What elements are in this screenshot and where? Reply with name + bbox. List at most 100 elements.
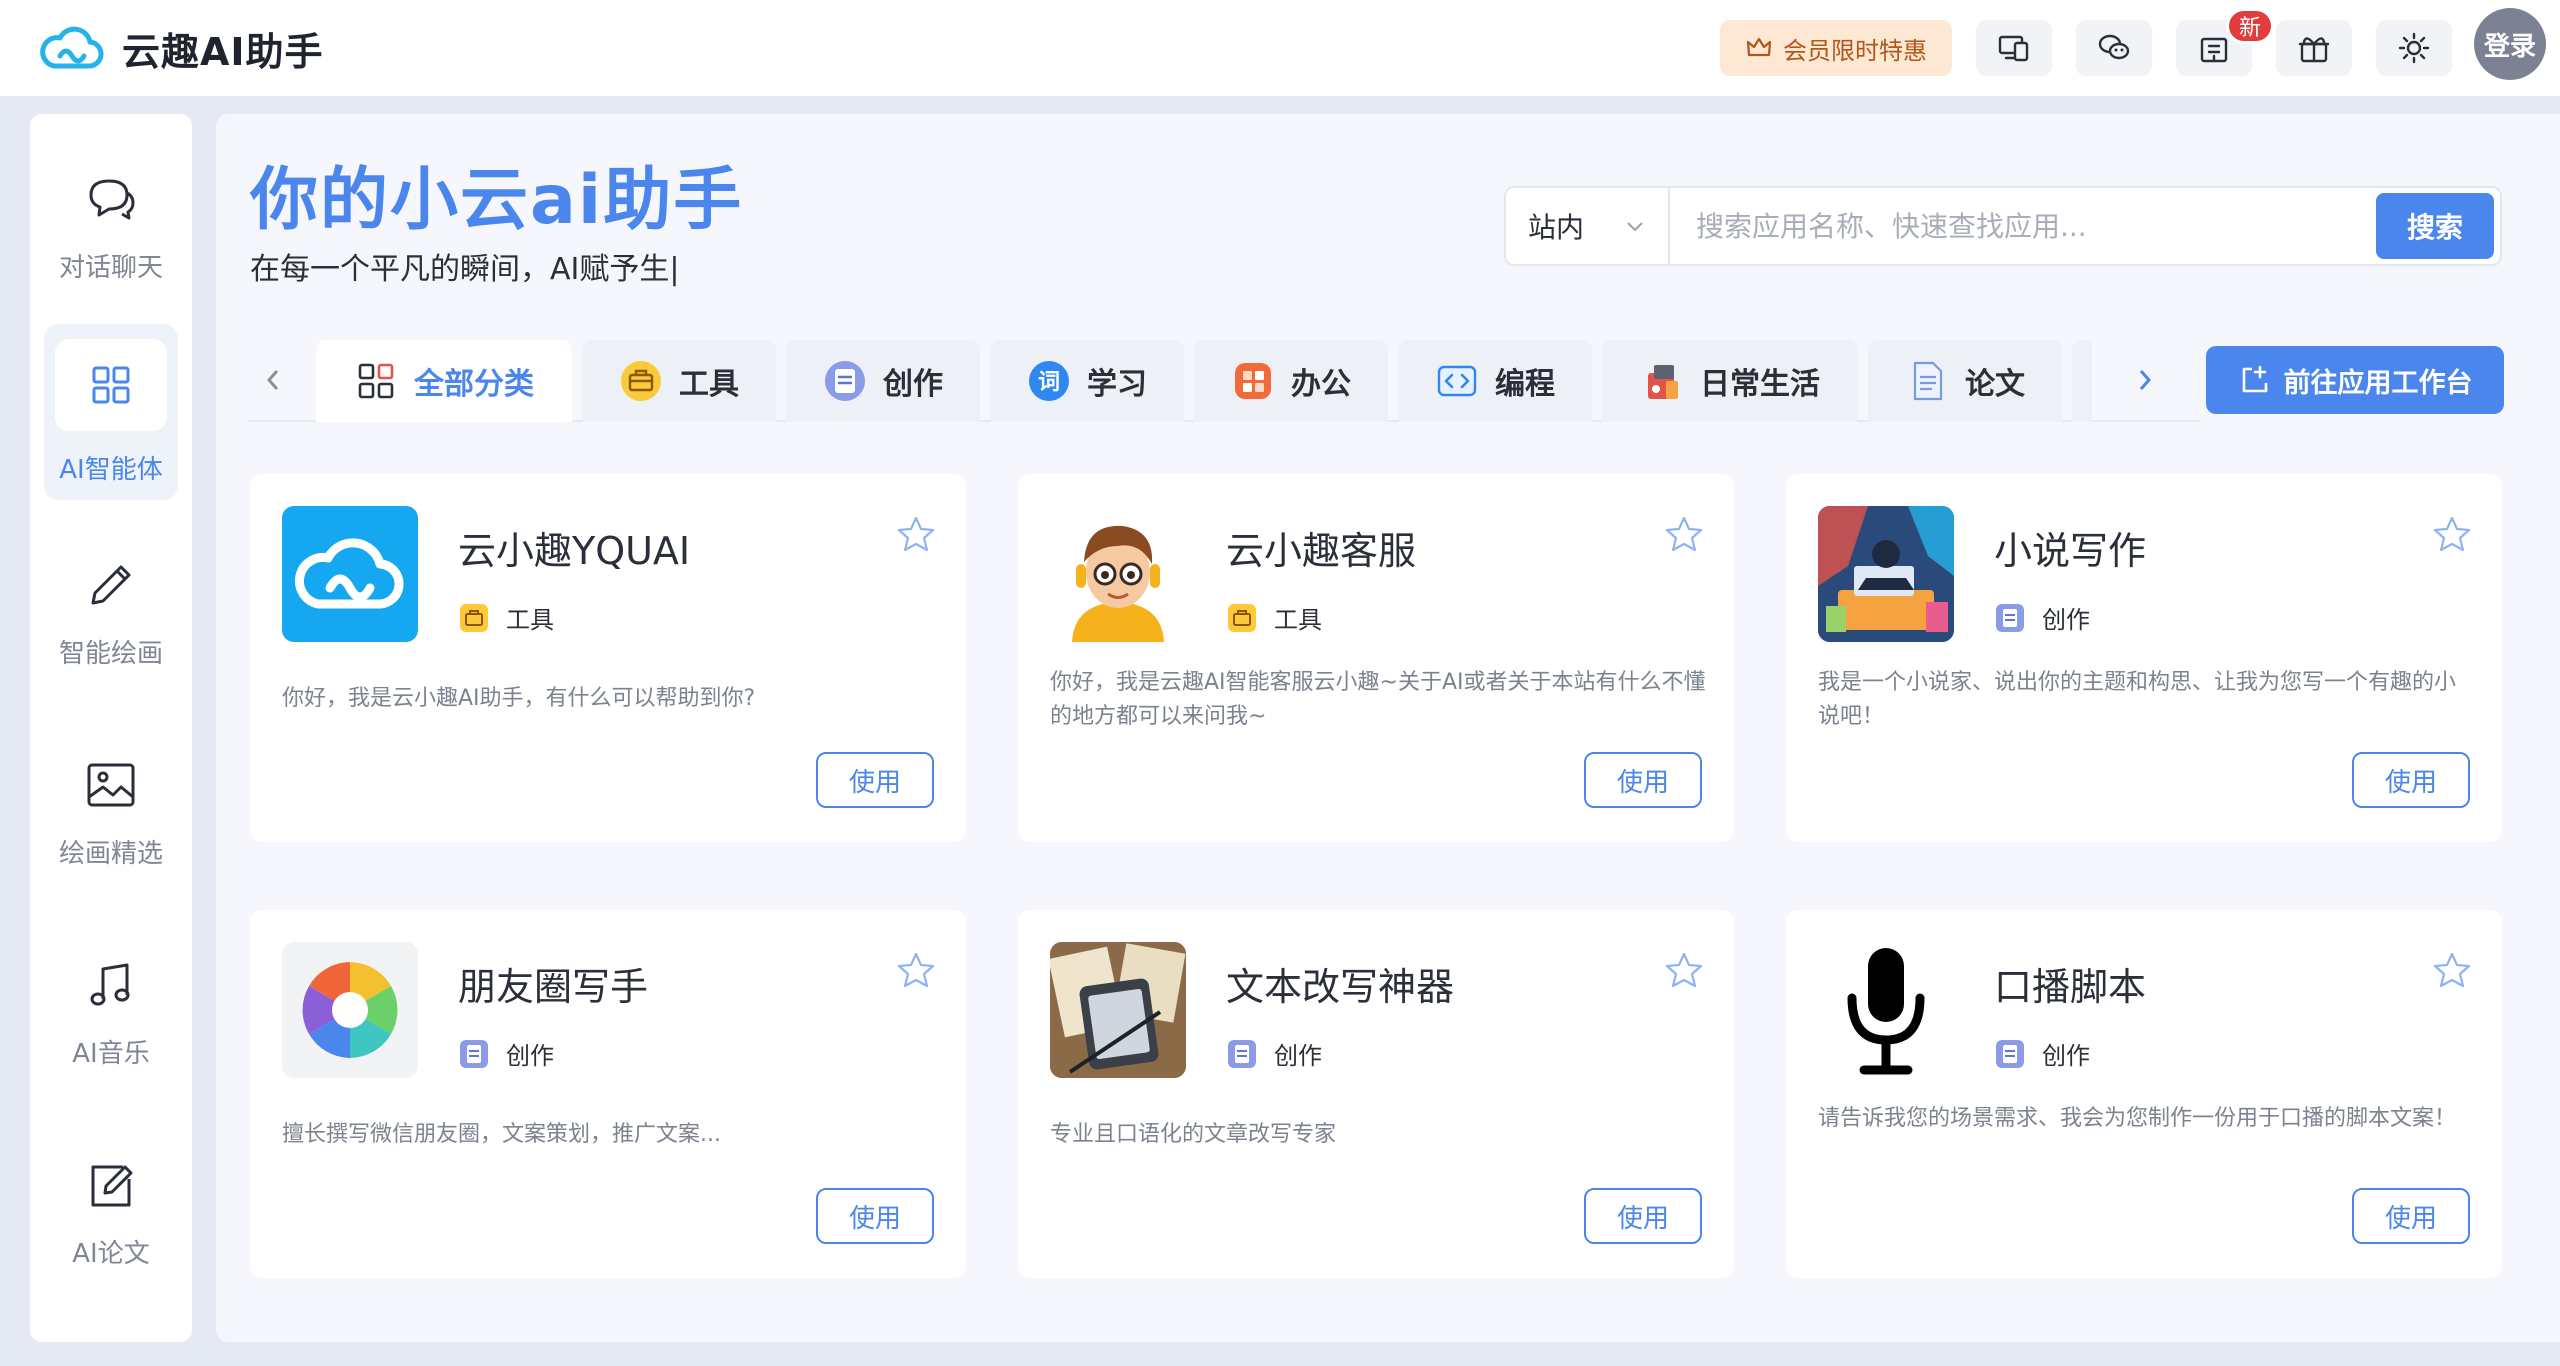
- sidebar-item-ai-agent[interactable]: AI智能体: [44, 324, 178, 500]
- app-card-moments-writer[interactable]: 朋友圈写手 创作 擅长撰写微信朋友圈，文案策划，推广文案... 使用: [250, 910, 966, 1278]
- chevron-left-icon: [266, 370, 279, 390]
- create-icon: [1228, 1039, 1256, 1068]
- card-description: 我是一个小说家、说出你的主题和构思、让我为您写一个有趣的小说吧！: [1818, 670, 2457, 729]
- card-category-tag: 创作: [458, 1036, 554, 1071]
- card-title: 云小趣客服: [1226, 529, 1417, 573]
- sidebar-item-label: 智能绘画: [58, 638, 163, 669]
- devices-icon: [1998, 35, 2029, 62]
- chat-icon: [81, 169, 141, 229]
- card-category-label: 创作: [2042, 1042, 2090, 1070]
- new-badge: 新: [2226, 8, 2274, 44]
- card-category-label: 创作: [2042, 606, 2090, 634]
- color-aperture-logo: [282, 942, 418, 1078]
- create-icon: [1996, 603, 2024, 632]
- vip-offer-label: 会员限时特惠: [1783, 36, 1927, 65]
- sidebar-item-label: 绘画精选: [58, 838, 163, 869]
- external-link-icon: [2242, 365, 2267, 393]
- star-icon[interactable]: [1664, 950, 1704, 990]
- goto-workbench-label: 前往应用工作台: [2283, 367, 2473, 399]
- microphone-icon: [1818, 942, 1954, 1078]
- page-title: 你的小云ai助手: [250, 161, 744, 240]
- star-icon[interactable]: [896, 950, 936, 990]
- card-description: 你好，我是云小趣AI助手，有什么可以帮助到你?: [282, 686, 756, 711]
- chevron-right-icon: [2139, 370, 2152, 390]
- devices-button[interactable]: [1976, 20, 2052, 76]
- tab-label: 论文: [1965, 367, 2025, 402]
- use-button[interactable]: 使用: [2352, 1188, 2470, 1244]
- card-title: 云小趣YQUAI: [458, 529, 691, 573]
- cartoon-boy-avatar: [1050, 506, 1186, 642]
- sidebar-item-smart-drawing[interactable]: 智能绘画: [44, 524, 178, 700]
- tab-study[interactable]: 词 学习: [990, 340, 1184, 422]
- tab-all-category[interactable]: 全部分类: [316, 340, 572, 422]
- star-icon[interactable]: [1664, 514, 1704, 554]
- app-card-text-rewriter[interactable]: 文本改写神器 创作 专业且口语化的文章改写专家 使用: [1018, 910, 1734, 1278]
- sidebar-item-label: AI智能体: [59, 454, 163, 485]
- sidebar-item-ai-music[interactable]: AI音乐: [44, 924, 178, 1100]
- building-icon: [2200, 37, 2228, 63]
- star-icon[interactable]: [896, 514, 936, 554]
- yquai-cloud-thumbnail: [282, 506, 418, 642]
- tab-paper[interactable]: 论文: [1868, 340, 2062, 422]
- use-button[interactable]: 使用: [1584, 752, 1702, 808]
- card-title: 口播脚本: [1994, 965, 2147, 1009]
- card-title: 小说写作: [1994, 529, 2147, 573]
- login-button[interactable]: 登录: [2474, 8, 2546, 80]
- search-scope-select[interactable]: 站内: [1506, 188, 1670, 264]
- tab-label: 全部分类: [414, 367, 534, 402]
- use-button[interactable]: 使用: [1584, 1188, 1702, 1244]
- gift-icon: [2298, 37, 2330, 63]
- music-icon: [81, 955, 141, 1015]
- app-card-customer-service[interactable]: 云小趣客服 工具 你好，我是云趣AI智能客服云小趣~关于AI或者关于本站有什么不…: [1018, 474, 1734, 842]
- edit-icon: [81, 1155, 141, 1215]
- search-button[interactable]: 搜索: [2376, 193, 2494, 259]
- use-button[interactable]: 使用: [2352, 752, 2470, 808]
- sidebar-item-chat[interactable]: 对话聊天: [44, 138, 178, 314]
- wechat-button[interactable]: [2076, 20, 2152, 76]
- tab-programming[interactable]: 编程: [1398, 340, 1592, 422]
- sidebar-item-ai-paper[interactable]: AI论文: [44, 1124, 178, 1300]
- sidebar-item-label: AI音乐: [72, 1038, 150, 1069]
- tab-label: 工具: [679, 367, 739, 402]
- create-icon: [1996, 1039, 2024, 1068]
- sidebar-item-drawing-gallery[interactable]: 绘画精选: [44, 724, 178, 900]
- gift-button[interactable]: [2276, 20, 2352, 76]
- use-button[interactable]: 使用: [816, 1188, 934, 1244]
- svg-text:词: 词: [1038, 370, 1060, 395]
- card-category-tag: 工具: [458, 600, 554, 635]
- tab-label: 办公: [1291, 367, 1351, 402]
- tab-office[interactable]: 办公: [1194, 340, 1388, 422]
- tab-overflow-edge: [2072, 340, 2092, 422]
- novel-writer-illustration: [1818, 506, 1954, 642]
- card-category-tag: 创作: [1994, 1036, 2090, 1071]
- toolbox-icon: [460, 603, 488, 632]
- tabs-prev-button[interactable]: [248, 350, 298, 410]
- tab-daily-life[interactable]: 日常生活: [1602, 340, 1858, 422]
- sidebar-item-label: 对话聊天: [58, 252, 163, 283]
- app-card-novel-writing[interactable]: 小说写作 创作 我是一个小说家、说出你的主题和构思、让我为您写一个有趣的小说吧！…: [1786, 474, 2502, 842]
- app-card-yquai[interactable]: 云小趣YQUAI 工具 你好，我是云小趣AI助手，有什么可以帮助到你? 使用: [250, 474, 966, 842]
- create-icon: [825, 361, 865, 401]
- search-scope-value: 站内: [1528, 211, 1585, 244]
- sidebar: 对话聊天 AI智能体 智能绘画 绘画精选 AI音乐 AI论文: [30, 114, 192, 1342]
- brand[interactable]: 云趣AI助手: [40, 20, 324, 76]
- theme-toggle-button[interactable]: [2376, 20, 2452, 76]
- use-button[interactable]: 使用: [816, 752, 934, 808]
- star-icon[interactable]: [2432, 950, 2472, 990]
- goto-workbench-button[interactable]: 前往应用工作台: [2206, 346, 2504, 414]
- main-panel: 你的小云ai助手 在每一个平凡的瞬间，AI赋予生| 站内 搜索 全部分类: [216, 114, 2560, 1342]
- card-title: 朋友圈写手: [458, 965, 649, 1009]
- search-input[interactable]: [1670, 188, 2376, 264]
- tab-tools[interactable]: 工具: [582, 340, 776, 422]
- card-description: 请告诉我您的场景需求、我会为您制作一份用于口播的脚本文案！: [1818, 1106, 2457, 1131]
- card-description: 擅长撰写微信朋友圈，文案策划，推广文案...: [282, 1122, 721, 1147]
- card-description: 专业且口语化的文章改写专家: [1050, 1122, 1337, 1147]
- app-card-broadcast-script[interactable]: 口播脚本 创作 请告诉我您的场景需求、我会为您制作一份用于口播的脚本文案！ 使用: [1786, 910, 2502, 1278]
- toolbox-icon: [1228, 603, 1256, 632]
- vip-offer-button[interactable]: 会员限时特惠: [1720, 20, 1952, 76]
- brand-name: 云趣AI助手: [122, 29, 324, 74]
- tab-create[interactable]: 创作: [786, 340, 980, 422]
- star-icon[interactable]: [2432, 514, 2472, 554]
- tabs-next-button[interactable]: [2120, 350, 2170, 410]
- cloud-logo-icon: [40, 26, 104, 69]
